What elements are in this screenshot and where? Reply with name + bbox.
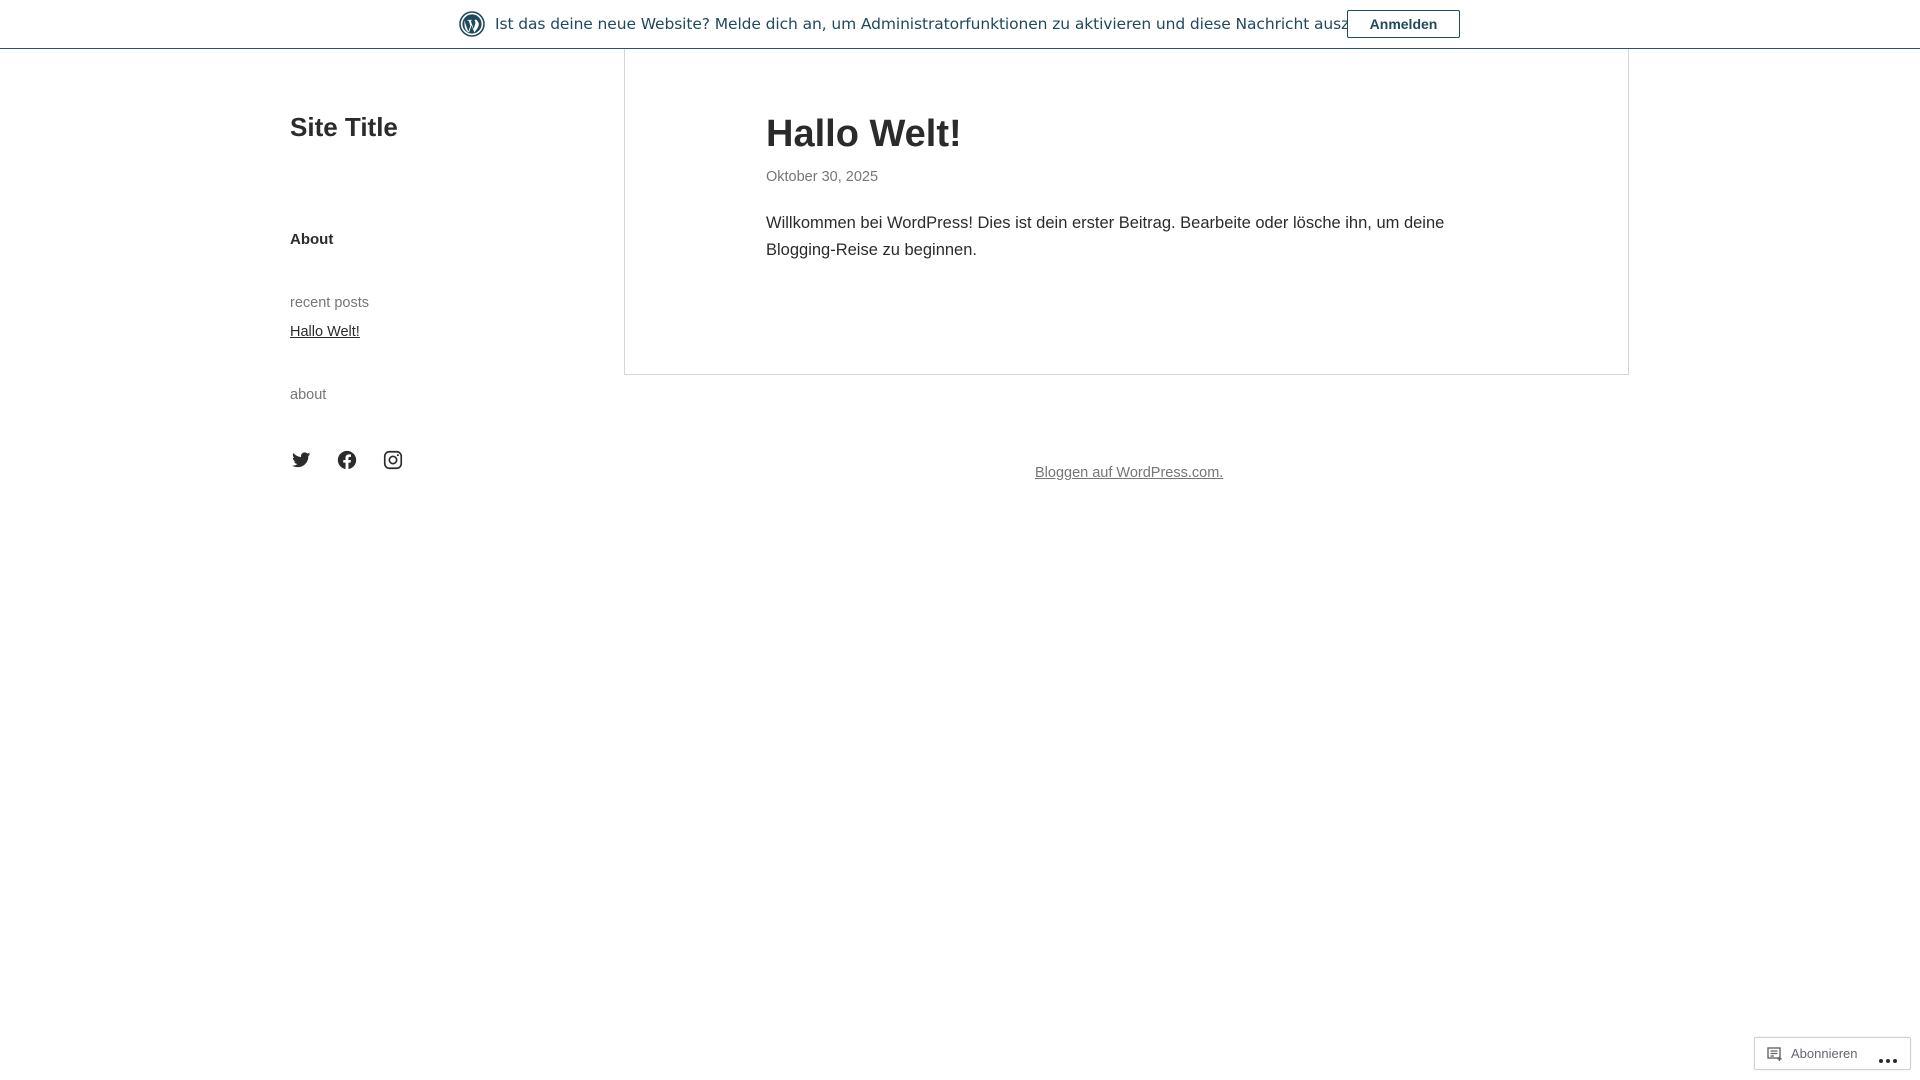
social-links [290, 449, 404, 471]
ellipsis-icon [1878, 1051, 1898, 1063]
recent-posts-heading: recent posts [290, 295, 369, 311]
post-date[interactable]: Oktober 30, 2025 [766, 169, 878, 185]
twitter-icon[interactable] [290, 449, 312, 471]
admin-notice-content: Ist das deine neue Website? Melde dich a… [459, 10, 1426, 38]
nav-item-about[interactable]: About [290, 231, 333, 248]
wordpress-icon [459, 11, 485, 37]
login-button[interactable]: Anmelden [1347, 10, 1460, 38]
subscribe-label: Abonnieren [1791, 1046, 1858, 1061]
facebook-icon[interactable] [336, 449, 358, 471]
more-options-button[interactable] [1878, 1038, 1898, 1069]
admin-notice-bar: Ist das deine neue Website? Melde dich a… [0, 0, 1920, 49]
recent-post-link[interactable]: Hallo Welt! [290, 324, 360, 340]
site-title[interactable]: Site Title [290, 112, 398, 143]
subscribe-button[interactable]: Abonnieren [1755, 1038, 1858, 1069]
post-title[interactable]: Hallo Welt! [766, 113, 962, 156]
reader-icon [1767, 1046, 1783, 1062]
instagram-icon[interactable] [382, 449, 404, 471]
wordpress-footer-link[interactable]: Bloggen auf WordPress.com. [1035, 465, 1223, 481]
post-body: Willkommen bei WordPress! Dies ist dein … [766, 214, 1445, 259]
subscribe-bar: Abonnieren [1754, 1037, 1911, 1070]
about-widget-text: about [290, 387, 327, 403]
admin-notice-text: Ist das deine neue Website? Melde dich a… [495, 15, 1426, 33]
